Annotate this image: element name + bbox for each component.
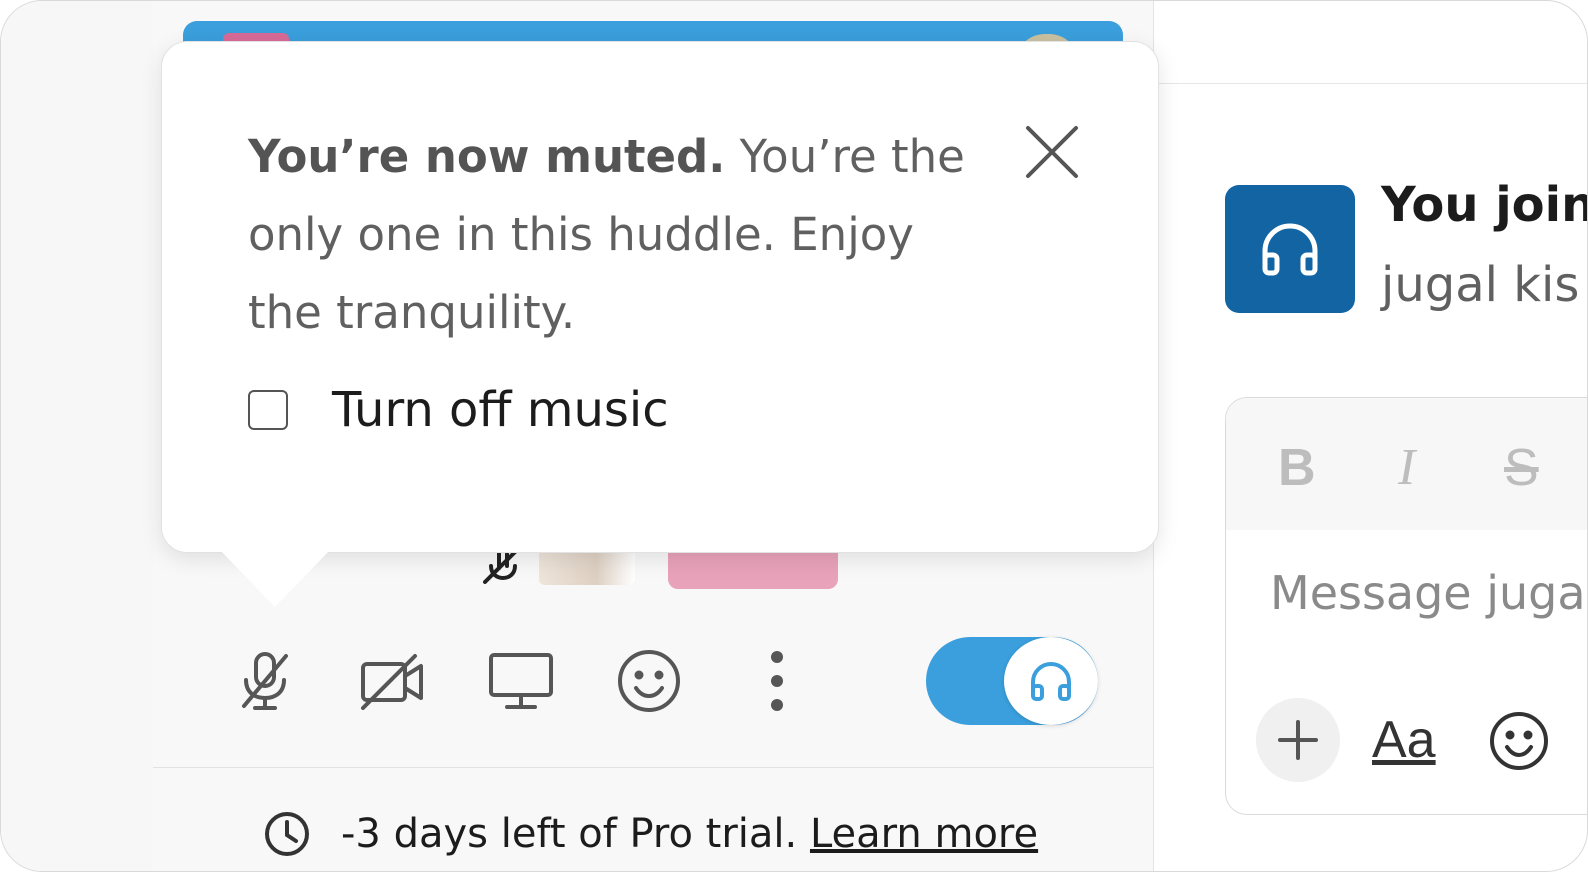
italic-button[interactable]: I bbox=[1398, 438, 1415, 497]
more-options-button[interactable] bbox=[737, 641, 817, 721]
mic-muted-icon bbox=[242, 652, 288, 710]
header-divider bbox=[1153, 83, 1587, 84]
mute-button[interactable] bbox=[225, 641, 305, 721]
headphones-icon bbox=[1031, 662, 1071, 701]
turn-off-music-checkbox[interactable] bbox=[248, 390, 288, 430]
message-composer: B I S Aa bbox=[1225, 397, 1587, 815]
music-toggle[interactable] bbox=[926, 637, 1098, 725]
workspace-rail bbox=[1, 1, 153, 871]
popover-title: You’re now muted. bbox=[248, 130, 726, 183]
emoji-reaction-button[interactable] bbox=[609, 641, 689, 721]
close-button[interactable] bbox=[1020, 120, 1084, 184]
formatting-toolbar: B I S bbox=[1226, 398, 1587, 530]
toggle-knob bbox=[1004, 637, 1098, 725]
emoji-icon bbox=[618, 650, 680, 712]
video-button[interactable] bbox=[353, 641, 433, 721]
participant-video-thumbnail bbox=[539, 549, 635, 585]
screen-share-icon bbox=[489, 653, 553, 709]
headphones-icon bbox=[1262, 223, 1318, 276]
popover-message: You’re now muted. You’re the only one in… bbox=[248, 118, 968, 352]
trial-text: -3 days left of Pro trial. bbox=[341, 811, 798, 857]
app-window: -3 days left of Pro trial. Learn more Yo… bbox=[0, 0, 1588, 872]
huddle-controls bbox=[153, 637, 1153, 725]
close-icon bbox=[1026, 126, 1078, 178]
participant-tile bbox=[668, 549, 838, 589]
more-vertical-icon bbox=[771, 651, 783, 711]
video-off-icon bbox=[361, 654, 423, 710]
huddle-joined-icon bbox=[1225, 185, 1355, 313]
message-input[interactable] bbox=[1270, 566, 1587, 620]
plus-icon bbox=[1278, 720, 1318, 760]
trial-message: -3 days left of Pro trial. Learn more bbox=[341, 811, 1038, 857]
learn-more-link[interactable]: Learn more bbox=[810, 811, 1038, 857]
screen-share-button[interactable] bbox=[481, 641, 561, 721]
emoji-button[interactable] bbox=[1488, 710, 1552, 774]
attach-button[interactable] bbox=[1256, 698, 1340, 782]
joined-message-subtitle: jugal kis bbox=[1381, 257, 1580, 313]
checkbox-label: Turn off music bbox=[332, 382, 669, 438]
strikethrough-button[interactable]: S bbox=[1504, 438, 1539, 498]
muted-popover: You’re now muted. You’re the only one in… bbox=[161, 41, 1159, 553]
trial-banner: -3 days left of Pro trial. Learn more bbox=[153, 767, 1153, 871]
clock-icon bbox=[265, 812, 309, 856]
joined-message-title: You join bbox=[1381, 177, 1588, 233]
popover-pointer bbox=[219, 549, 331, 607]
emoji-icon bbox=[1490, 712, 1548, 770]
formatting-toggle-button[interactable]: Aa bbox=[1372, 710, 1436, 770]
turn-off-music-option[interactable]: Turn off music bbox=[248, 382, 669, 438]
bold-button[interactable]: B bbox=[1278, 438, 1316, 498]
